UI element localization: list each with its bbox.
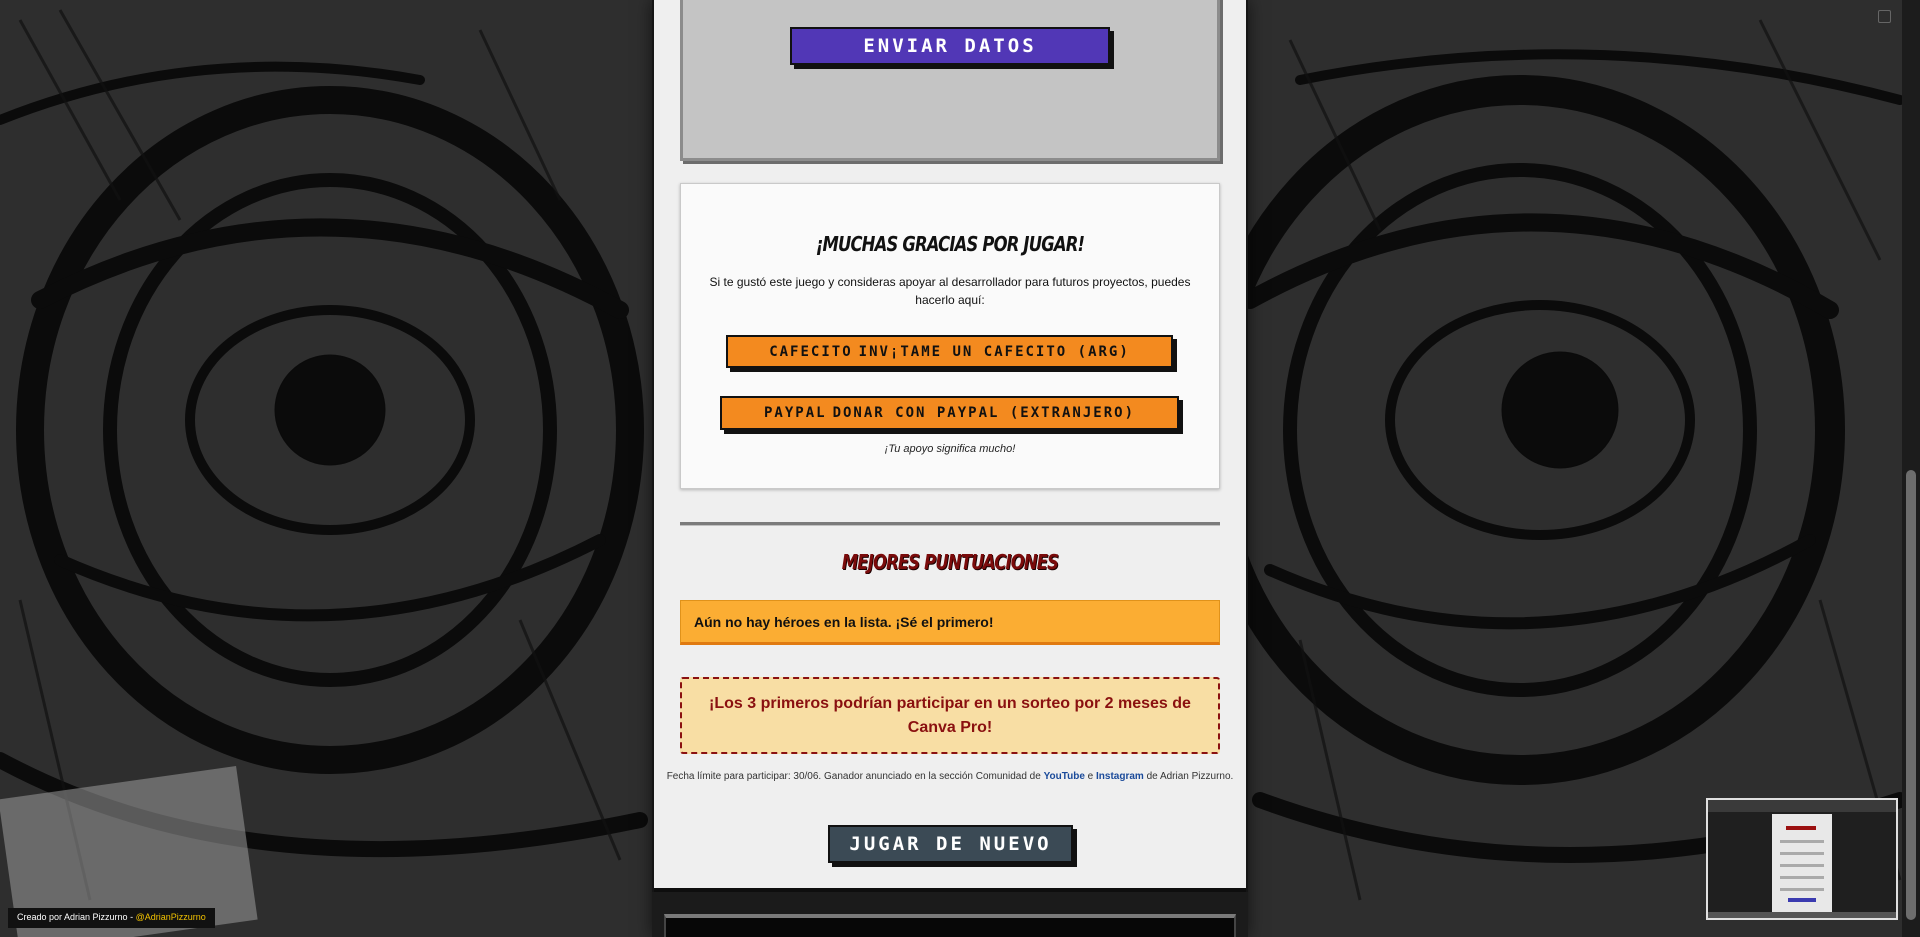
paypal-button[interactable]: PAYPAL DONAR CON PAYPAL (EXTRANJERO): [720, 396, 1179, 430]
cafecito-label: INV¡TAME UN CAFECITO (ARG): [858, 343, 1130, 360]
thumbnail-row: [1780, 864, 1824, 867]
cafecito-button[interactable]: CAFECITO INV¡TAME UN CAFECITO (ARG): [726, 335, 1173, 368]
deadline-suffix: de Adrian Pizzurno.: [1146, 771, 1234, 782]
section-divider: [680, 522, 1220, 526]
scrollbar-thumb[interactable]: [1906, 470, 1916, 920]
youtube-link[interactable]: YouTube: [1044, 771, 1085, 782]
deadline-text: Fecha límite para participar: 30/06. Gan…: [660, 771, 1240, 782]
raffle-notice: ¡Los 3 primeros podrían participar en un…: [680, 677, 1220, 754]
support-note: ¡Tu apoyo significa mucho!: [884, 443, 1016, 455]
thumbnail-dock: [1708, 912, 1896, 918]
deadline-and: e: [1087, 771, 1094, 782]
thumbnail-row: [1780, 888, 1824, 891]
thumbnail-row: [1780, 876, 1824, 879]
scores-title: MEJORES PUNTUACIONES: [841, 550, 1059, 574]
paypal-label: DONAR CON PAYPAL (EXTRANJERO): [832, 405, 1135, 421]
footer-strip: [652, 892, 1248, 937]
support-text: Si te gustó este juego y consideras apoy…: [709, 275, 1191, 307]
credit-text: Creado por Adrian Pizzurno -: [17, 912, 134, 922]
thumbnail-row: [1780, 840, 1824, 843]
form-panel: [680, 0, 1220, 161]
support-title: ¡MUCHAS GRACIAS POR JUGAR!: [815, 232, 1085, 256]
send-data-button[interactable]: ENVIAR DATOS: [790, 27, 1110, 65]
thumbnail-button: [1788, 898, 1816, 902]
footer-bar: [664, 914, 1236, 937]
screenshot-thumbnail[interactable]: [1706, 798, 1898, 920]
paypal-image: PAYPAL: [763, 405, 827, 421]
play-again-button[interactable]: JUGAR DE NUEVO: [828, 825, 1073, 863]
thumbnail-row: [1780, 852, 1824, 855]
credit-bar: Creado por Adrian Pizzurno - @AdrianPizz…: [8, 908, 215, 928]
credit-handle-link[interactable]: @AdrianPizzurno: [136, 912, 206, 922]
deadline-prefix: Fecha límite para participar: 30/06. Gan…: [666, 771, 1041, 782]
cafecito-image: CAFECITO: [769, 343, 853, 360]
instagram-link[interactable]: Instagram: [1096, 771, 1144, 782]
window-icon[interactable]: [1878, 10, 1891, 23]
scores-empty-message: Aún no hay héroes en la lista. ¡Sé el pr…: [680, 600, 1220, 645]
thumbnail-toolbar: [1708, 800, 1896, 812]
thumbnail-title: [1786, 826, 1816, 830]
